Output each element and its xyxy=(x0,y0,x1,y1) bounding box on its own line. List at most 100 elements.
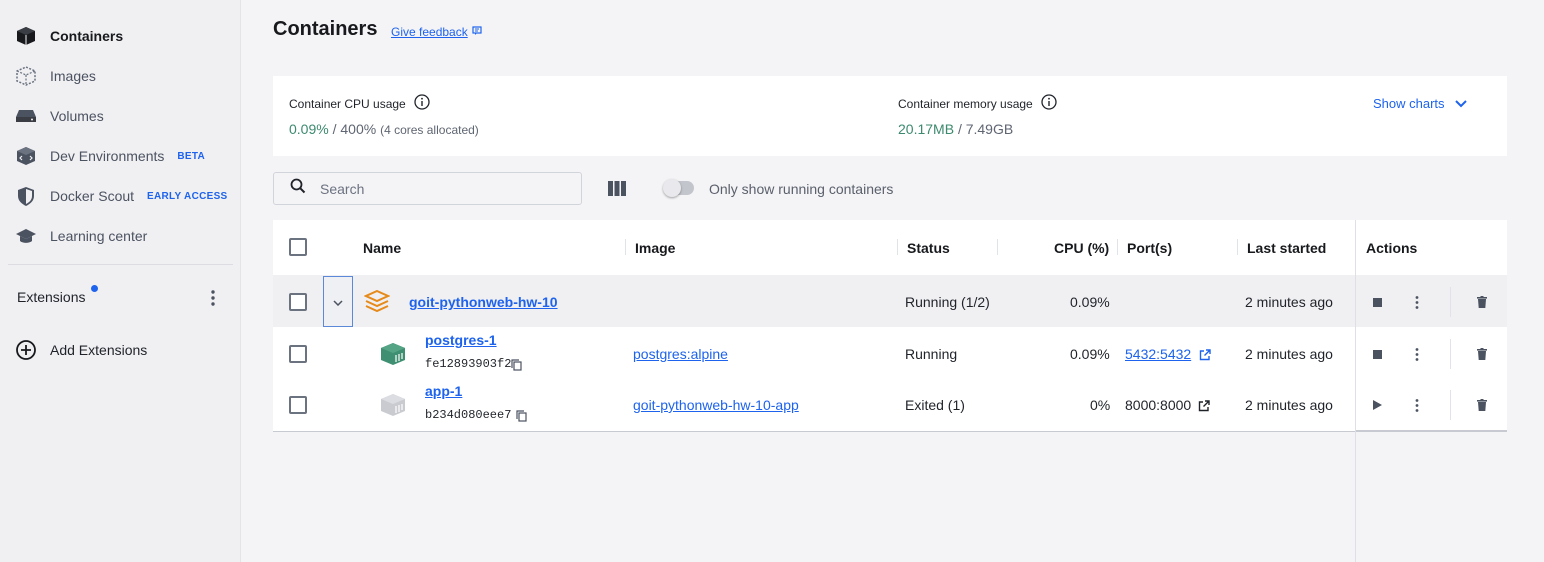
add-extensions-label: Add Extensions xyxy=(50,342,148,358)
memory-usage-label: Container memory usage xyxy=(898,94,1057,113)
give-feedback-label: Give feedback xyxy=(391,25,468,39)
group-cpu: 0.09% xyxy=(1070,294,1110,310)
container-last-started: 2 minutes ago xyxy=(1245,346,1333,362)
row-actions xyxy=(1356,327,1507,431)
running-only-toggle[interactable] xyxy=(663,179,694,197)
more-vertical-icon[interactable] xyxy=(205,288,221,308)
sidebar-item-label: Volumes xyxy=(50,108,104,124)
memory-used: 20.17MB xyxy=(898,121,955,137)
container-icon xyxy=(14,24,38,48)
container-status: Running xyxy=(905,346,958,362)
sidebar-item-dev-environments[interactable]: Dev Environments BETA xyxy=(14,142,205,170)
select-all-checkbox[interactable] xyxy=(289,238,307,256)
sidebar-item-label: Containers xyxy=(50,28,124,44)
running-only-label: Only show running containers xyxy=(709,181,894,197)
search-input[interactable] xyxy=(320,180,560,197)
column-separator xyxy=(897,239,898,255)
sidebar: Containers Images Volumes Dev Environmen… xyxy=(0,0,241,562)
container-id: fe12893903f2 xyxy=(425,357,512,371)
cpu-cores-note: (4 cores allocated) xyxy=(380,123,479,137)
stop-icon[interactable] xyxy=(1367,292,1387,312)
show-charts-label: Show charts xyxy=(1373,96,1445,111)
cpu-total: / 400% xyxy=(332,121,377,137)
sidebar-item-volumes[interactable]: Volumes xyxy=(14,102,104,130)
container-status: Exited (1) xyxy=(905,397,965,413)
column-header-name[interactable]: Name xyxy=(363,240,401,256)
trash-icon[interactable] xyxy=(1472,292,1492,312)
column-header-cpu[interactable]: CPU (%) xyxy=(1054,240,1109,256)
more-vertical-icon[interactable] xyxy=(1407,292,1427,312)
row-checkbox[interactable] xyxy=(289,396,307,414)
info-icon[interactable] xyxy=(1041,94,1057,113)
image-link[interactable]: postgres:alpine xyxy=(633,346,728,362)
stop-icon[interactable] xyxy=(1367,344,1387,364)
columns-icon[interactable] xyxy=(607,179,627,197)
main-content: Containers Give feedback Container CPU u… xyxy=(242,0,1544,562)
container-name-link[interactable]: postgres-1 xyxy=(425,332,497,348)
column-header-image[interactable]: Image xyxy=(635,240,675,256)
container-running-icon xyxy=(380,342,406,371)
container-name-link[interactable]: app-1 xyxy=(425,383,462,399)
column-header-ports[interactable]: Port(s) xyxy=(1127,240,1172,256)
row-checkbox[interactable] xyxy=(289,345,307,363)
copy-icon[interactable] xyxy=(511,358,522,376)
image-icon xyxy=(14,64,38,88)
sidebar-item-images[interactable]: Images xyxy=(14,62,96,90)
compose-stack-icon xyxy=(363,289,391,319)
toggle-knob xyxy=(663,179,681,197)
actions-column: Actions xyxy=(1355,220,1507,562)
dev-env-icon xyxy=(14,144,38,168)
search-box[interactable] xyxy=(273,172,582,205)
port-link[interactable]: 5432:5432 xyxy=(1125,346,1191,362)
action-separator xyxy=(1450,339,1451,369)
sidebar-item-label: Learning center xyxy=(50,228,148,244)
plus-circle-icon xyxy=(14,338,38,362)
sidebar-item-label: Images xyxy=(50,68,96,84)
volume-icon xyxy=(14,104,38,128)
column-header-status[interactable]: Status xyxy=(907,240,950,256)
container-cpu: 0.09% xyxy=(1070,346,1110,362)
play-icon[interactable] xyxy=(1367,395,1387,415)
chevron-down-icon xyxy=(333,293,343,311)
beta-badge: BETA xyxy=(177,150,206,162)
copy-icon[interactable] xyxy=(516,409,527,427)
show-charts-button[interactable]: Show charts xyxy=(1373,96,1467,111)
add-extensions-button[interactable]: Add Extensions xyxy=(14,336,147,364)
extensions-notification-dot xyxy=(91,285,98,292)
feedback-chat-icon xyxy=(472,25,483,39)
external-link-icon[interactable] xyxy=(1198,399,1210,417)
extensions-label[interactable]: Extensions xyxy=(17,289,85,305)
more-vertical-icon[interactable] xyxy=(1407,395,1427,415)
sidebar-item-docker-scout[interactable]: Docker Scout EARLY ACCESS xyxy=(14,182,228,210)
column-separator xyxy=(997,239,998,255)
group-status: Running (1/2) xyxy=(905,294,990,310)
early-access-badge: EARLY ACCESS xyxy=(147,190,228,202)
external-link-icon[interactable] xyxy=(1199,348,1211,366)
sidebar-item-containers[interactable]: Containers xyxy=(14,22,123,50)
column-separator xyxy=(1237,239,1238,255)
column-header-last-started[interactable]: Last started xyxy=(1247,240,1326,256)
sidebar-divider xyxy=(8,264,233,265)
page-title: Containers xyxy=(273,18,378,40)
sidebar-item-label: Dev Environments xyxy=(50,148,165,164)
memory-usage-label-text: Container memory usage xyxy=(898,96,1033,111)
more-vertical-icon[interactable] xyxy=(1407,344,1427,364)
sidebar-item-learning-center[interactable]: Learning center xyxy=(14,222,147,250)
give-feedback-link[interactable]: Give feedback xyxy=(391,25,483,39)
memory-usage-value: 20.17MB / 7.49GB xyxy=(898,121,1013,137)
containers-table: Name Image Status CPU (%) Port(s) Last s… xyxy=(273,220,1507,432)
column-header-actions: Actions xyxy=(1366,240,1418,256)
memory-total: / 7.49GB xyxy=(957,121,1014,137)
row-checkbox[interactable] xyxy=(289,293,307,311)
trash-icon[interactable] xyxy=(1472,395,1492,415)
sidebar-item-label: Docker Scout xyxy=(50,188,135,204)
compose-group-name[interactable]: goit-pythonweb-hw-10 xyxy=(409,294,558,310)
action-separator xyxy=(1450,390,1451,420)
action-separator xyxy=(1450,287,1451,317)
expand-toggle[interactable] xyxy=(323,276,353,327)
graduation-cap-icon xyxy=(14,224,38,248)
image-link[interactable]: goit-pythonweb-hw-10-app xyxy=(633,397,799,413)
chevron-down-icon xyxy=(1454,96,1467,111)
trash-icon[interactable] xyxy=(1472,344,1492,364)
info-icon[interactable] xyxy=(414,94,430,113)
